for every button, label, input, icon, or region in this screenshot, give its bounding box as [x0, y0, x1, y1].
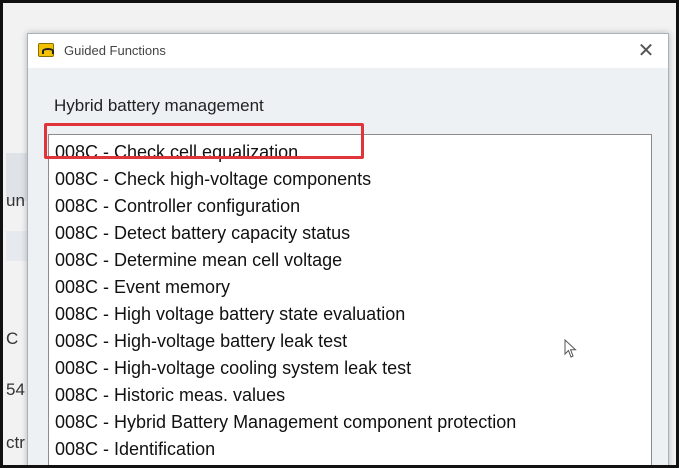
list-item[interactable]: 008C - High-voltage cooling system leak …: [55, 355, 411, 381]
selection-highlight-box: [44, 123, 364, 159]
dialog-titlebar[interactable]: Guided Functions ✕: [28, 34, 668, 68]
list-item[interactable]: 008C - Check high-voltage components: [55, 166, 371, 192]
mouse-cursor-icon: [564, 339, 577, 358]
list-item[interactable]: 008C - High voltage battery state evalua…: [55, 301, 405, 327]
guided-functions-dialog: Guided Functions ✕ Hybrid battery manage…: [27, 33, 669, 465]
function-list[interactable]: 008C - Check cell equalization 008C - Ch…: [48, 134, 652, 465]
screenshot-frame: un C 54 ctr Guided Functions ✕ Hybrid ba…: [0, 0, 679, 468]
list-item[interactable]: 008C - Event memory: [55, 274, 230, 300]
list-item[interactable]: 008C - Identification: [55, 436, 215, 462]
section-heading: Hybrid battery management: [54, 96, 264, 115]
list-item[interactable]: 008C - Controller configuration: [55, 193, 300, 219]
list-item[interactable]: 008C - Hybrid Battery Management compone…: [55, 409, 516, 435]
close-button[interactable]: ✕: [630, 36, 662, 66]
list-item[interactable]: 008C - High-voltage battery leak test: [55, 328, 347, 354]
list-item[interactable]: 008C - Detect battery capacity status: [55, 220, 350, 246]
dialog-title: Guided Functions: [64, 43, 166, 58]
app-logo-icon: [38, 43, 54, 57]
list-item[interactable]: 008C - Historic meas. values: [55, 382, 285, 408]
list-item[interactable]: 008C - Determine mean cell voltage: [55, 247, 342, 273]
